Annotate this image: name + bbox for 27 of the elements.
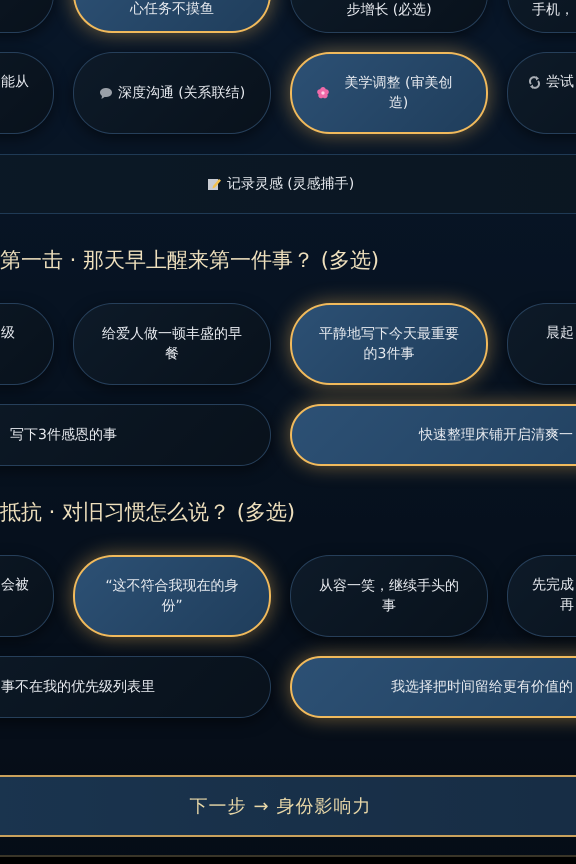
option-button[interactable]: 深度沟通 (关系联结) bbox=[73, 52, 271, 134]
option-button[interactable]: 从容一笑，继续手头的事 bbox=[290, 555, 488, 637]
option-button[interactable]: 尝试 bbox=[507, 52, 576, 134]
option-button[interactable]: 给爱人做一顿丰盛的早餐 bbox=[73, 303, 271, 385]
option-button[interactable]: 我选择把时间留给更有价值的 bbox=[290, 656, 576, 718]
question-heading: 第一击 · 那天早上醒来第一件事？ (多选) bbox=[0, 247, 380, 274]
option-button[interactable]: 能从 bbox=[0, 52, 54, 134]
option-button[interactable]: 步增长 (必选) bbox=[290, 0, 488, 33]
option-button[interactable]: “这不符合我现在的身份” bbox=[73, 555, 271, 637]
next-step-button[interactable]: 下一步 → 身份影响力 bbox=[0, 775, 576, 837]
option-button[interactable]: 先完成 再 bbox=[507, 555, 576, 637]
option-button[interactable]: 事不在我的优先级列表里 bbox=[0, 656, 271, 718]
option-button[interactable]: 晨起 bbox=[507, 303, 576, 385]
option-button[interactable]: 平静地写下今天最重要的3件事 bbox=[290, 303, 488, 385]
cycle-arrows-icon bbox=[528, 74, 541, 90]
speech-bubble-icon bbox=[98, 86, 113, 100]
option-button[interactable]: 级 bbox=[0, 303, 54, 385]
question-heading: 抵抗 · 对旧习惯怎么说？ (多选) bbox=[0, 499, 296, 526]
option-button[interactable]: 心任务不摸鱼 bbox=[73, 0, 271, 33]
option-button[interactable]: 手机， bbox=[507, 0, 576, 33]
option-button[interactable]: 记录灵感 (灵感捕手) bbox=[0, 154, 576, 214]
option-button[interactable]: 写下3件感恩的事 bbox=[0, 404, 271, 466]
option-button[interactable]: 美学调整 (审美创造) bbox=[290, 52, 488, 134]
flower-icon bbox=[316, 86, 330, 100]
option-button[interactable]: 会被 bbox=[0, 555, 54, 637]
option-button[interactable]: 快速整理床铺开启清爽一 bbox=[290, 404, 576, 466]
memo-pencil-icon bbox=[206, 177, 222, 191]
